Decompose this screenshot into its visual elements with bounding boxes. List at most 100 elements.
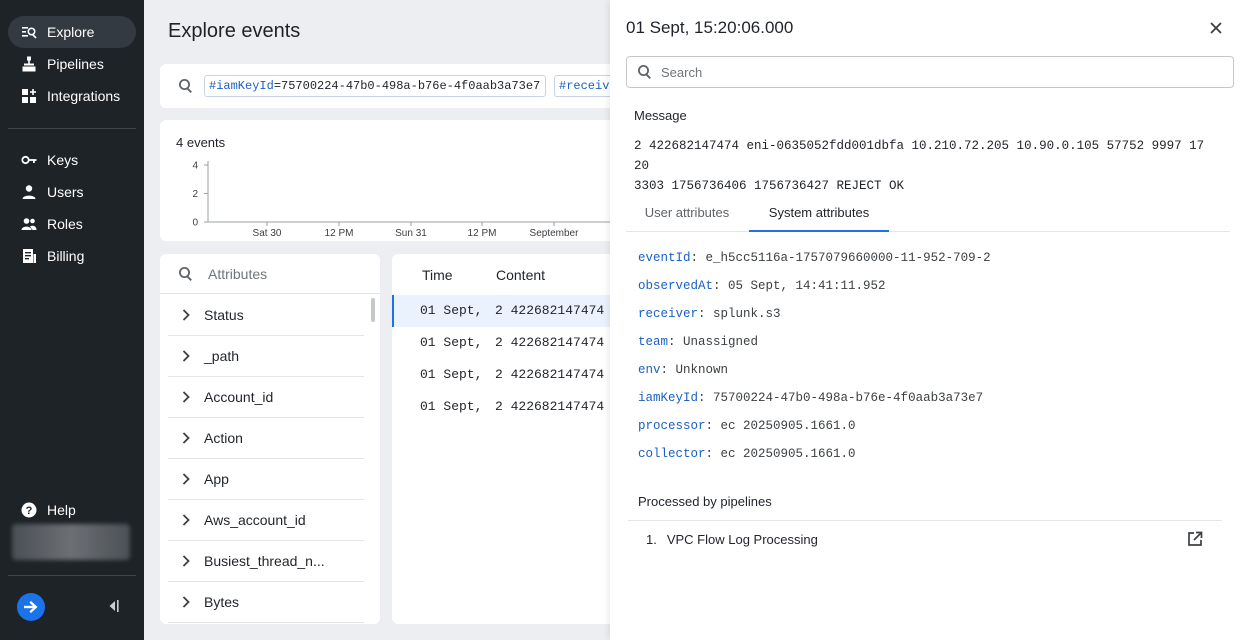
- system-attribute: eventId: e_h5cc5116a-1757079660000-11-95…: [638, 251, 991, 265]
- table-row[interactable]: 01 Sept, 2 422682147474 e: [392, 327, 622, 359]
- attribute-row[interactable]: Account_id: [168, 377, 364, 418]
- attribute-row[interactable]: App: [168, 459, 364, 500]
- sidebar-item-roles[interactable]: Roles: [8, 208, 136, 240]
- attribute-row[interactable]: Action: [168, 418, 364, 459]
- chevron-right-icon: [168, 514, 204, 526]
- y-tick-label: 2: [192, 189, 198, 200]
- chevron-right-icon: [168, 432, 204, 444]
- drawer-search: [626, 56, 1234, 88]
- sidebar-item-label: Pipelines: [47, 56, 104, 72]
- search-icon: [638, 65, 651, 79]
- sidebar-item-billing[interactable]: Billing: [8, 240, 136, 272]
- sidebar-item-explore[interactable]: Explore: [8, 16, 136, 48]
- sidebar-item-label: Keys: [47, 152, 79, 168]
- billing-icon: [21, 248, 37, 264]
- table-row[interactable]: 01 Sept, 2 422682147474 e: [392, 295, 622, 327]
- collapse-icon: [109, 600, 119, 612]
- sidebar-item-pipelines[interactable]: Pipelines: [8, 48, 136, 80]
- sidebar-item-users[interactable]: Users: [8, 176, 136, 208]
- drawer-title: 01 Sept, 15:20:06.000: [626, 18, 794, 37]
- events-histogram: 4 events 0 2 4 Sat 30 12 PM Sun 31 12 PM Septem…: [160, 120, 620, 241]
- page-title: Explore events: [168, 20, 301, 42]
- attributes-scrollbar[interactable]: [371, 298, 375, 322]
- attributes-panel: Attributes Status _path Account_id Actio…: [160, 254, 380, 624]
- help-button[interactable]: ? Help: [8, 494, 136, 526]
- x-tick-label: Sat 30: [253, 228, 282, 239]
- sidebar-item-label: Billing: [47, 248, 85, 264]
- message-label: Message: [634, 108, 687, 123]
- close-icon: [1210, 22, 1222, 34]
- external-link-icon: [1188, 531, 1203, 546]
- sidebar-item-integrations[interactable]: Integrations: [8, 80, 136, 112]
- system-attribute: team: Unassigned: [638, 335, 759, 349]
- events-table: Time Content 01 Sept, 2 422682147474 e 01…: [392, 254, 622, 624]
- pipelines-icon: [21, 56, 37, 72]
- attribute-row[interactable]: Bytes: [168, 582, 364, 623]
- chevron-right-icon: [168, 350, 204, 362]
- tab-user-attributes[interactable]: User attributes: [626, 196, 748, 232]
- help-label: Help: [47, 502, 76, 518]
- sidebar-item-label: Users: [47, 184, 84, 200]
- key-icon: [21, 152, 37, 168]
- svg-text:?: ?: [26, 505, 33, 517]
- attribute-row[interactable]: Status: [168, 295, 364, 336]
- search-icon: [179, 79, 192, 93]
- divider: [628, 520, 1222, 521]
- x-tick-label: Sun 31: [395, 228, 427, 239]
- system-attribute: collector: ec 20250905.1661.0: [638, 447, 856, 461]
- user-icon: [21, 184, 37, 200]
- attributes-placeholder: Attributes: [208, 266, 268, 282]
- query-chip-iamkeyid[interactable]: #iamKeyId=75700224-47b0-498a-b76e-4f0aab…: [204, 75, 546, 97]
- system-attribute: iamKeyId: 75700224-47b0-498a-b76e-4f0aab…: [638, 391, 984, 405]
- tab-system-attributes[interactable]: System attributes: [749, 196, 889, 232]
- table-row[interactable]: 01 Sept, 2 422682147474 e: [392, 359, 622, 391]
- column-header-content[interactable]: Content: [496, 267, 545, 283]
- x-tick-label: 12 PM: [325, 228, 354, 239]
- chevron-right-icon: [168, 473, 204, 485]
- chevron-right-icon: [168, 555, 204, 567]
- event-detail-drawer: 01 Sept, 15:20:06.000 Message 2 42268214…: [610, 0, 1250, 640]
- system-attribute: receiver: splunk.s3: [638, 307, 781, 321]
- integrations-icon: [21, 88, 37, 104]
- collapse-sidebar-button[interactable]: [106, 598, 120, 614]
- system-attribute: observedAt: 05 Sept, 14:41:11.952: [638, 279, 886, 293]
- sidebar-item-label: Roles: [47, 216, 83, 232]
- message-line: 3303 1756736406 1756736427 REJECT OK: [634, 179, 905, 193]
- system-attribute: processor: ec 20250905.1661.0: [638, 419, 856, 433]
- y-tick-label: 4: [192, 161, 198, 172]
- chevron-right-icon: [168, 596, 204, 608]
- processed-by-title: Processed by pipelines: [638, 494, 772, 509]
- message-line: 2 422682147474 eni-0635052fdd001dbfa 10.…: [634, 139, 1205, 173]
- close-button[interactable]: [1208, 20, 1224, 36]
- sidebar-bottom-divider: [8, 575, 136, 576]
- roles-icon: [21, 216, 37, 232]
- x-tick-label: 12 PM: [468, 228, 497, 239]
- histogram-chart: 0 2 4 Sat 30 12 PM Sun 31 12 PM September: [192, 161, 620, 239]
- query-bar[interactable]: #iamKeyId=75700224-47b0-498a-b76e-4f0aab…: [160, 64, 634, 108]
- x-tick-label: September: [530, 228, 580, 239]
- user-profile[interactable]: [12, 524, 130, 560]
- chevron-right-icon: [168, 391, 204, 403]
- table-row[interactable]: 01 Sept, 2 422682147474 e: [392, 391, 622, 423]
- search-icon: [179, 267, 192, 281]
- attributes-search[interactable]: Attributes: [160, 254, 380, 294]
- open-pipeline-link[interactable]: [1187, 531, 1203, 547]
- sidebar-item-keys[interactable]: Keys: [8, 144, 136, 176]
- help-icon: ?: [21, 502, 37, 518]
- attribute-row[interactable]: _path: [168, 336, 364, 377]
- app-logo[interactable]: [17, 593, 45, 621]
- attribute-row[interactable]: Aws_account_id: [168, 500, 364, 541]
- sidebar-item-label: Explore: [47, 24, 95, 40]
- attribute-row[interactable]: Busiest_thread_n...: [168, 541, 364, 582]
- pipeline-item: 1. VPC Flow Log Processing: [646, 532, 818, 547]
- drawer-search-input[interactable]: [661, 61, 1221, 83]
- message-body: 2 422682147474 eni-0635052fdd001dbfa 10.…: [634, 136, 1222, 196]
- arrow-right-icon: [24, 601, 38, 613]
- attribute-tabs: User attributes System attributes: [626, 196, 1230, 232]
- explore-icon: [21, 24, 37, 40]
- sidebar-divider: [8, 128, 136, 129]
- column-header-time[interactable]: Time: [422, 267, 453, 283]
- system-attribute: env: Unknown: [638, 363, 729, 377]
- sidebar-item-label: Integrations: [47, 88, 121, 104]
- sidebar: Explore Pipelines Integrations Keys User…: [0, 0, 144, 640]
